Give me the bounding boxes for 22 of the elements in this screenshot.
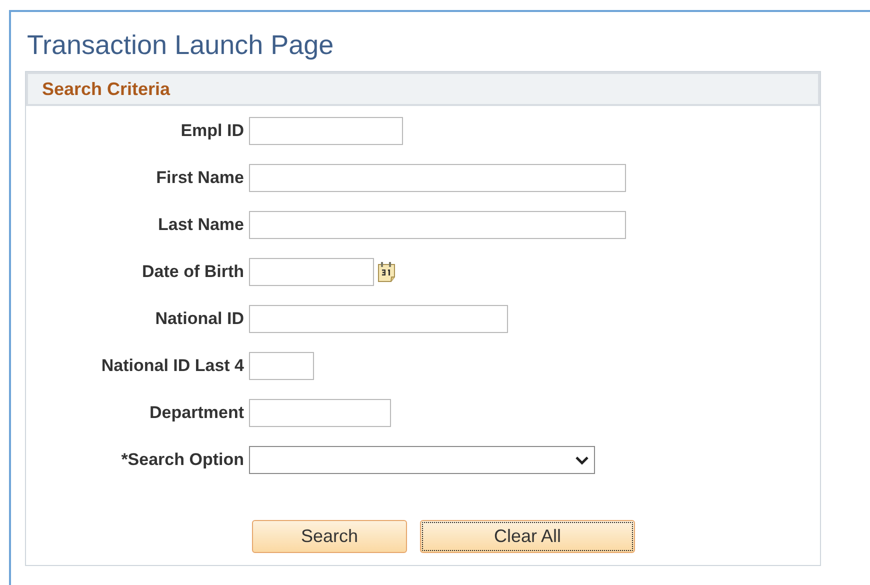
input-field[interactable]	[249, 164, 626, 192]
calendar-icon[interactable]	[377, 261, 397, 283]
input-field[interactable]	[249, 258, 374, 286]
input-field[interactable]	[249, 211, 626, 239]
page-title: Transaction Launch Page	[27, 29, 335, 62]
input-field[interactable]	[249, 117, 403, 145]
field-label: First Name	[155, 168, 245, 188]
field-label: Last Name	[157, 215, 245, 235]
field-label: Empl ID	[180, 121, 245, 141]
input-field[interactable]	[249, 352, 314, 380]
action-button[interactable]: Search	[252, 520, 407, 553]
field-label: *Search Option	[120, 450, 245, 470]
field-label: Department	[148, 403, 245, 423]
field-label: National ID Last 4	[100, 356, 245, 376]
field-label: National ID	[154, 309, 245, 329]
action-button[interactable]: Clear All	[420, 520, 635, 553]
input-field[interactable]	[249, 399, 391, 427]
search-option-dropdown[interactable]	[249, 446, 595, 474]
panel-title: Search Criteria	[42, 78, 170, 100]
field-label: Date of Birth	[141, 262, 245, 282]
chevron-down-icon	[575, 456, 589, 464]
input-field[interactable]	[249, 305, 508, 333]
